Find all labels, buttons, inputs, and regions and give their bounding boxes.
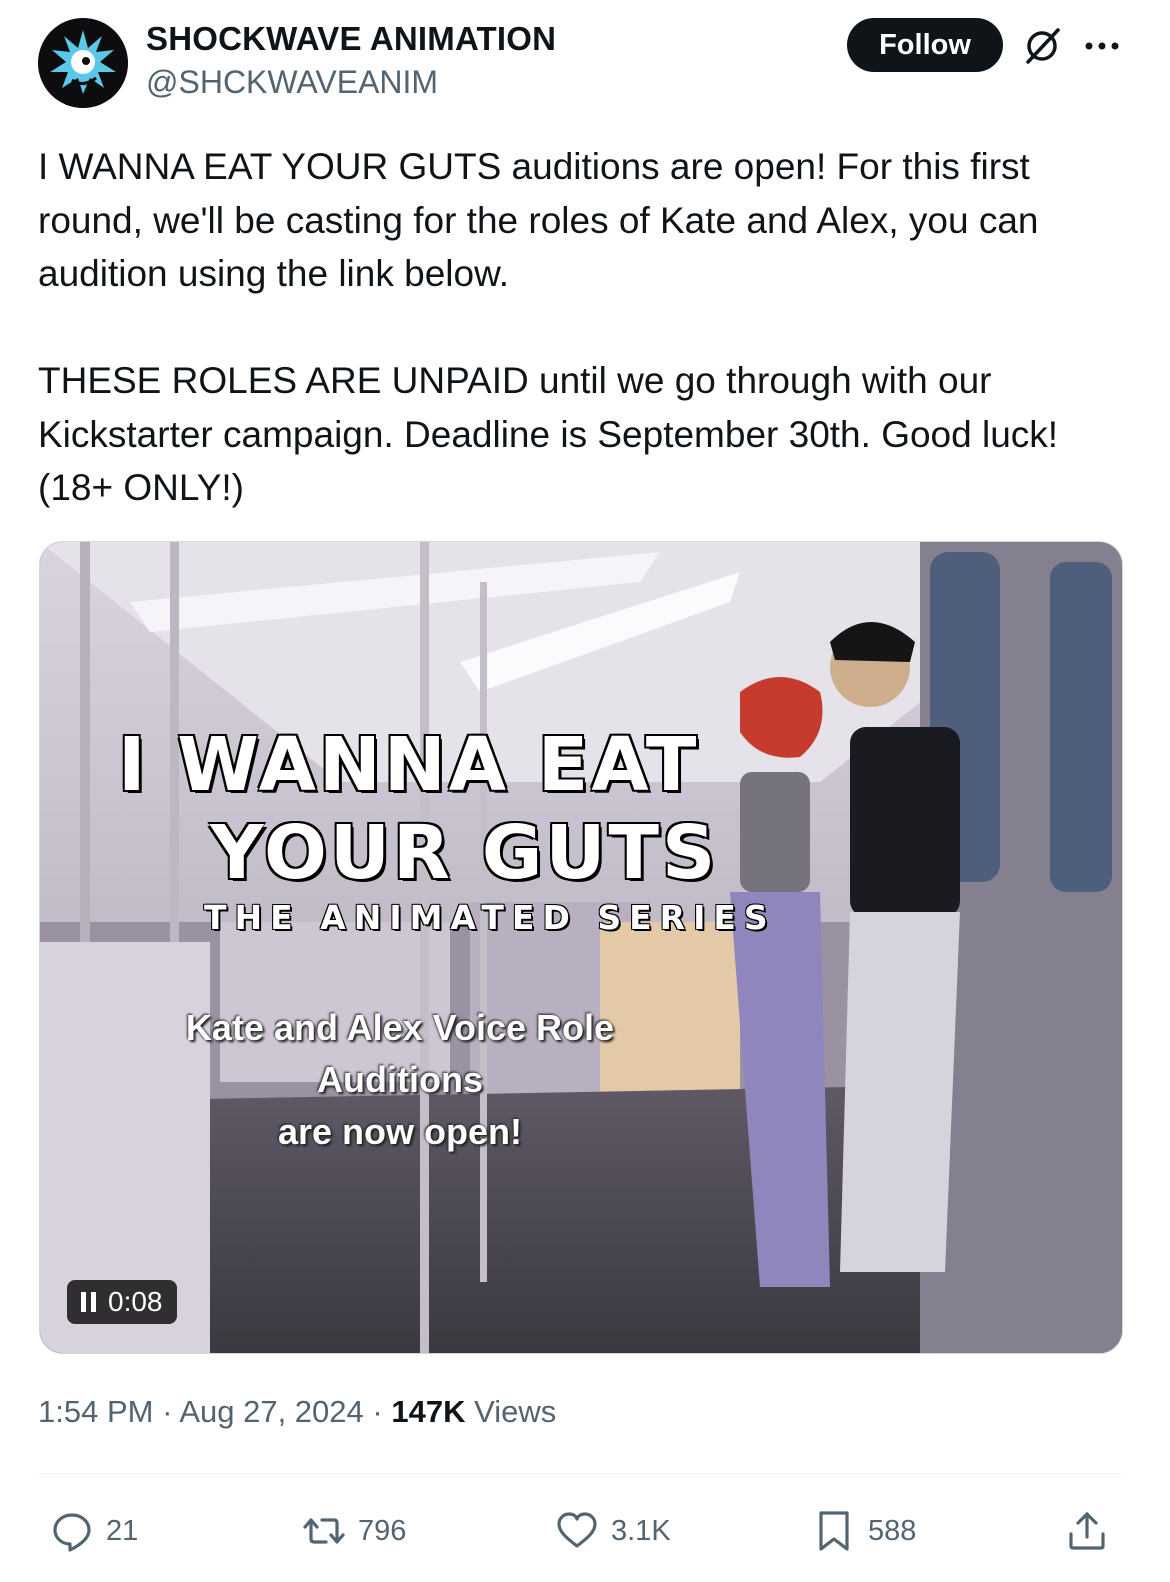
reply-button[interactable]: 21 [50, 1508, 138, 1554]
post-meta: 1:54 PM · Aug 27, 2024 · 147K Views [38, 1394, 556, 1430]
share-button[interactable] [1065, 1508, 1109, 1554]
like-count: 3.1K [611, 1514, 671, 1547]
author-name[interactable]: SHOCKWAVE ANIMATION [146, 20, 556, 58]
video-timestamp: 0:08 [108, 1286, 163, 1317]
bookmark-icon [819, 1511, 849, 1551]
more-icon[interactable] [1082, 26, 1122, 66]
video-title-line1: I WANNA EAT [118, 722, 700, 808]
grok-icon[interactable] [1020, 24, 1064, 68]
video-player[interactable]: I WANNA EAT YOUR GUTS THE ANIMATED SERIE… [39, 541, 1123, 1354]
repost-button[interactable]: 796 [302, 1508, 406, 1554]
avatar[interactable] [38, 18, 128, 108]
divider [38, 1473, 1122, 1474]
pause-icon[interactable] [81, 1292, 96, 1312]
video-title-line3: THE ANIMATED SERIES [204, 898, 776, 937]
bookmark-count: 588 [868, 1514, 917, 1547]
reply-icon [53, 1513, 91, 1552]
video-subtitle: Kate and Alex Voice Role Auditions are n… [110, 1002, 690, 1158]
video-title-line2: YOUR GUTS [210, 810, 719, 896]
video-subtitle-line1: Kate and Alex Voice Role Auditions [185, 1007, 615, 1100]
like-icon [557, 1512, 597, 1548]
post-date[interactable]: Aug 27, 2024 [179, 1394, 363, 1429]
avatar-logo [38, 18, 128, 108]
follow-button[interactable]: Follow [847, 18, 1003, 72]
post-paragraph: THESE ROLES ARE UNPAID until we go throu… [38, 360, 1059, 508]
video-frame [40, 542, 1122, 1353]
post-time[interactable]: 1:54 PM [38, 1394, 153, 1429]
post-paragraph: I WANNA EAT YOUR GUTS auditions are open… [38, 146, 1039, 294]
views-label: Views [474, 1394, 557, 1429]
repost-count: 796 [358, 1514, 407, 1547]
bookmark-button[interactable]: 588 [812, 1508, 916, 1554]
video-control[interactable]: 0:08 [67, 1280, 177, 1324]
reply-count: 21 [106, 1514, 139, 1547]
meta-separator: · [372, 1394, 383, 1429]
views-count: 147K [391, 1394, 466, 1429]
like-button[interactable]: 3.1K [555, 1508, 671, 1554]
share-icon [1069, 1512, 1105, 1550]
repost-icon [303, 1518, 345, 1544]
video-subtitle-line2: are now open! [277, 1111, 523, 1152]
post-text: I WANNA EAT YOUR GUTS auditions are open… [38, 140, 1128, 515]
meta-separator: · [162, 1394, 173, 1429]
author-handle[interactable]: @SHCKWAVEANIM [146, 64, 438, 101]
